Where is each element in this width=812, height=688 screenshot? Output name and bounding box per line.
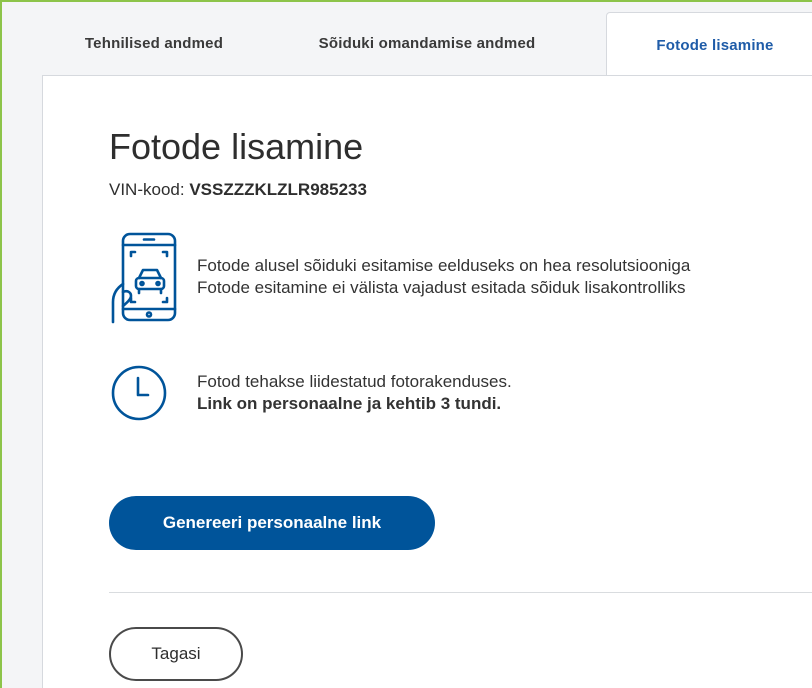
info2-line2: Link on personaalne ja kehtib 3 tundi. bbox=[197, 394, 502, 413]
info2-line1: Fotod tehakse liidestatud fotorakenduses… bbox=[197, 372, 512, 391]
vin-line: VIN-kood: VSSZZZKLZLR985233 bbox=[109, 180, 367, 200]
info1-line2: Fotode esitamine ei välista vajadust esi… bbox=[197, 278, 686, 297]
info1-line1: Fotode alusel sõiduki esitamise eeldusek… bbox=[197, 256, 691, 275]
app-frame: Tehnilised andmed Sõiduki omandamise and… bbox=[0, 0, 812, 688]
vin-value: VSSZZZKLZLR985233 bbox=[189, 180, 367, 199]
tab-technical-data[interactable]: Tehnilised andmed bbox=[54, 12, 254, 75]
phone-car-icon bbox=[109, 232, 181, 329]
clock-icon bbox=[109, 363, 169, 428]
tab-bar: Tehnilised andmed Sõiduki omandamise and… bbox=[42, 12, 812, 77]
info-photo-requirements-text: Fotode alusel sõiduki esitamise eeldusek… bbox=[197, 255, 690, 299]
divider bbox=[109, 592, 812, 593]
tab-vehicle-acquisition-data[interactable]: Sõiduki omandamise andmed bbox=[282, 12, 572, 75]
page-title: Fotode lisamine bbox=[109, 126, 364, 167]
info-link-validity-text: Fotod tehakse liidestatud fotorakenduses… bbox=[197, 371, 512, 415]
back-button[interactable]: Tagasi bbox=[109, 627, 243, 681]
content-panel: Fotode lisamine VIN-kood: VSSZZZKLZLR985… bbox=[42, 75, 812, 688]
tab-add-photos[interactable]: Fotode lisamine bbox=[606, 12, 812, 77]
generate-link-button[interactable]: Genereeri personaalne link bbox=[109, 496, 435, 550]
vin-label: VIN-kood: bbox=[109, 180, 185, 199]
